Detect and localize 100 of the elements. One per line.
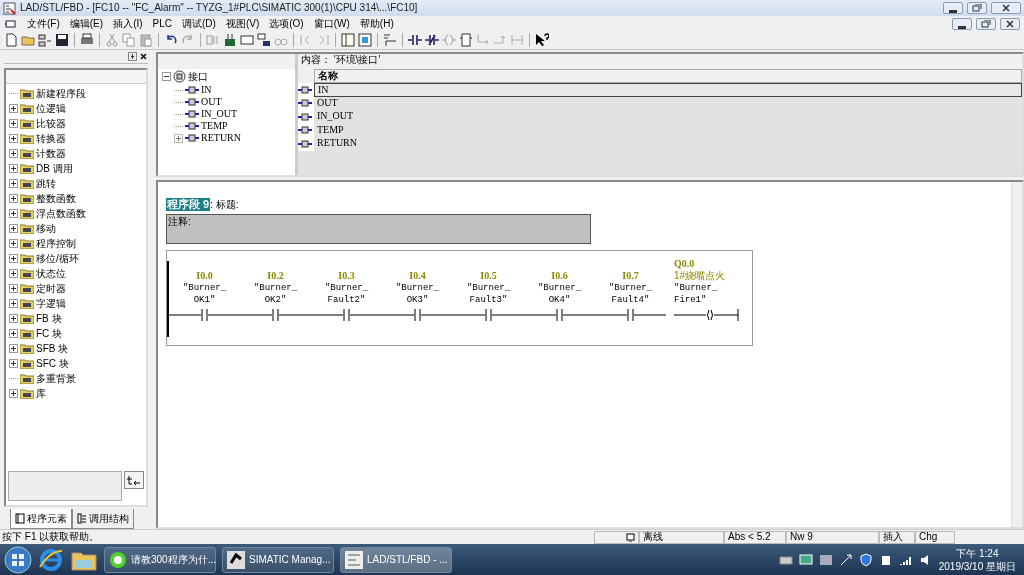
expand-icon[interactable]	[9, 359, 18, 368]
tree-item[interactable]: 位逻辑	[36, 102, 66, 115]
contact-symbol[interactable]	[311, 309, 382, 322]
operand-address[interactable]: Q0.0	[674, 258, 695, 271]
tree-item[interactable]: 整数函数	[36, 192, 76, 205]
table-cell[interactable]: IN	[314, 83, 1022, 97]
expand-icon[interactable]	[9, 344, 18, 353]
paste-icon[interactable]	[139, 33, 153, 47]
operand-address[interactable]: I0.5	[480, 270, 497, 283]
shield-icon[interactable]	[858, 552, 873, 567]
tree-item[interactable]: DB 调用	[36, 162, 73, 175]
expand-icon[interactable]	[9, 104, 18, 113]
tree-item[interactable]: 比较器	[36, 117, 66, 130]
comment-field[interactable]: 注释:	[166, 214, 591, 245]
contact-icon[interactable]	[408, 33, 422, 47]
overview-icon[interactable]	[341, 33, 355, 47]
expand-icon[interactable]	[9, 254, 18, 263]
menu-item[interactable]: 窗口(W)	[313, 17, 350, 30]
expand-icon[interactable]	[9, 239, 18, 248]
tree-item[interactable]: 定时器	[36, 282, 66, 295]
table-cell[interactable]: TEMP	[314, 123, 1022, 137]
taskbar-button[interactable]: 请教300程序为什...	[104, 546, 216, 573]
menu-item[interactable]: PLC	[152, 17, 173, 30]
new-file-icon[interactable]	[4, 33, 18, 47]
table-cell[interactable]: RETURN	[314, 137, 1022, 151]
tree-item[interactable]: 接口	[188, 70, 208, 83]
contact-symbol[interactable]	[382, 309, 453, 322]
tree-item[interactable]: FC 块	[36, 327, 63, 340]
tree-item[interactable]: SFC 块	[36, 357, 69, 370]
clock-date[interactable]: 2019/3/10 星期日	[938, 559, 1016, 573]
open-folder-icon[interactable]	[21, 33, 35, 47]
column-header[interactable]: 名称	[314, 69, 1022, 83]
nc-contact-icon[interactable]	[425, 33, 439, 47]
expand-icon[interactable]	[9, 149, 18, 158]
menu-item[interactable]: 文件(F)	[27, 17, 60, 30]
network-icon[interactable]	[798, 552, 813, 567]
save-icon[interactable]	[55, 33, 69, 47]
tree-item[interactable]: FB 块	[36, 312, 62, 325]
expand-icon[interactable]	[9, 299, 18, 308]
expand-icon[interactable]	[9, 209, 18, 218]
contact-symbol[interactable]	[595, 309, 666, 322]
pointer-icon[interactable]	[838, 552, 853, 567]
tree-item[interactable]: RETURN	[201, 132, 241, 144]
close-button[interactable]	[1000, 17, 1020, 30]
tree-item[interactable]: 移动	[36, 222, 56, 235]
contact-symbol[interactable]	[169, 309, 240, 322]
tree-item[interactable]: TEMP	[201, 120, 228, 132]
operand-address[interactable]: I0.4	[409, 270, 426, 283]
operand-address[interactable]: I0.6	[551, 270, 568, 283]
start-button[interactable]	[4, 545, 32, 574]
tree-item[interactable]: 字逻辑	[36, 297, 66, 310]
menu-item[interactable]: 调试(D)	[182, 17, 216, 30]
download-icon[interactable]	[223, 33, 237, 47]
help-pointer-icon[interactable]	[535, 33, 549, 47]
tree-item[interactable]: 移位/循环	[36, 252, 79, 265]
operand-address[interactable]: I0.0	[196, 270, 213, 283]
menu-item[interactable]: 选项(O)	[269, 17, 304, 30]
expand-icon[interactable]	[9, 164, 18, 173]
network-number[interactable]: 程序段 9	[166, 198, 211, 212]
expand-icon[interactable]	[9, 389, 18, 398]
contact-symbol[interactable]	[524, 309, 595, 322]
tree-item[interactable]: 浮点数函数	[36, 207, 86, 220]
tree-item[interactable]: 程序控制	[36, 237, 76, 250]
expand-icon[interactable]	[9, 224, 18, 233]
tree-item[interactable]: 库	[36, 387, 46, 400]
expand-icon[interactable]	[9, 329, 18, 338]
scrollbar[interactable]	[1011, 182, 1022, 527]
tree-item[interactable]: SFB 块	[36, 342, 69, 355]
insert-icon[interactable]	[124, 471, 144, 489]
expand-icon[interactable]	[9, 314, 18, 323]
operand-address[interactable]: I0.3	[338, 270, 355, 283]
browser-icon[interactable]	[38, 546, 64, 573]
menu-item[interactable]: 帮助(H)	[359, 17, 394, 30]
tree-item[interactable]: 计数器	[36, 147, 66, 160]
operand-address[interactable]: I0.2	[267, 270, 284, 283]
box-icon[interactable]	[459, 33, 473, 47]
panel-tab[interactable]: 程序元素	[10, 509, 72, 529]
new-network-icon[interactable]	[383, 33, 397, 47]
operand-address[interactable]: I0.7	[622, 270, 639, 283]
close-button[interactable]	[991, 2, 1021, 14]
menu-item[interactable]: 视图(V)	[225, 17, 260, 30]
network-icon[interactable]	[38, 33, 52, 47]
tree-item[interactable]: 新建程序段	[36, 87, 86, 100]
pin-icon[interactable]	[128, 52, 137, 61]
expand-icon[interactable]	[9, 134, 18, 143]
menu-item[interactable]: 编辑(E)	[69, 17, 104, 30]
tree-item[interactable]: 转换器	[36, 132, 66, 145]
contact-symbol[interactable]	[453, 309, 524, 322]
expand-icon[interactable]	[9, 179, 18, 188]
tree-item[interactable]: 状态位	[36, 267, 66, 280]
table-cell[interactable]: OUT	[314, 96, 1022, 110]
details-icon[interactable]	[358, 33, 372, 47]
clock-time[interactable]: 下午 1:24	[938, 546, 1016, 560]
tree-item[interactable]: 跳转	[36, 177, 56, 190]
tree-item[interactable]: 多重背景	[36, 372, 76, 385]
expand-icon[interactable]	[9, 119, 18, 128]
panel-tab[interactable]: 调用结构	[72, 509, 134, 529]
collapse-icon[interactable]	[162, 72, 171, 81]
minimize-button[interactable]	[943, 2, 963, 14]
taskbar-button[interactable]: SIMATIC Manag...	[222, 546, 334, 573]
